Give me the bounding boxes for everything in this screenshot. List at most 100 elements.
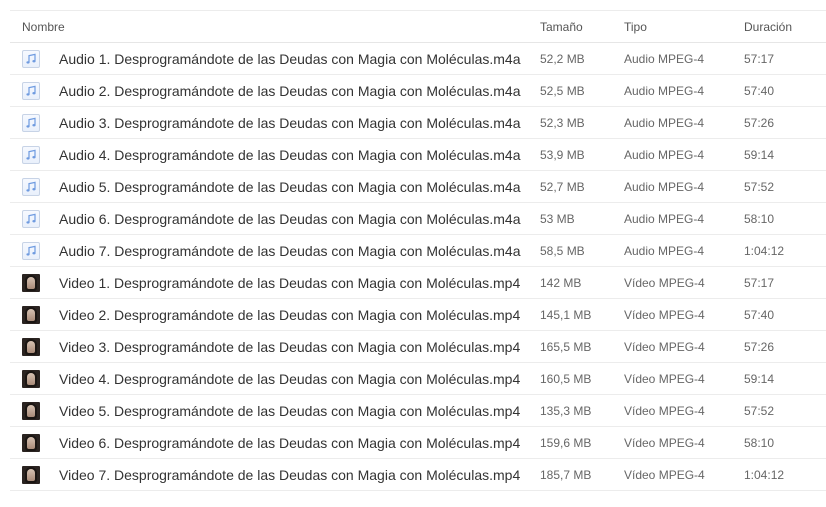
file-list: Nombre Tamaño Tipo Duración Audio 1. Des… [10,10,826,491]
audio-file-icon [22,241,40,260]
audio-file-icon [22,145,40,164]
file-name[interactable]: Audio 7. Desprogramándote de las Deudas … [59,243,521,259]
file-size: 135,3 MB [540,403,592,418]
file-row[interactable]: Audio 4. Desprogramándote de las Deudas … [10,139,826,171]
file-name[interactable]: Audio 2. Desprogramándote de las Deudas … [59,83,521,99]
file-name[interactable]: Video 6. Desprogramándote de las Deudas … [59,435,520,451]
file-duration: 59:14 [744,147,775,162]
file-name-cell: Audio 6. Desprogramándote de las Deudas … [10,209,540,228]
file-name[interactable]: Video 7. Desprogramándote de las Deudas … [59,467,520,483]
file-type: Audio MPEG-4 [624,115,705,130]
file-type: Audio MPEG-4 [624,147,705,162]
file-name[interactable]: Audio 1. Desprogramándote de las Deudas … [59,51,521,67]
file-row[interactable]: Audio 3. Desprogramándote de las Deudas … [10,107,826,139]
file-row[interactable]: Video 6. Desprogramándote de las Deudas … [10,427,826,459]
video-thumbnail-icon [22,305,40,324]
file-name-cell: Audio 1. Desprogramándote de las Deudas … [10,49,540,68]
file-type: Vídeo MPEG-4 [624,435,705,450]
file-size: 52,2 MB [540,51,585,66]
file-type: Audio MPEG-4 [624,83,705,98]
file-size: 52,5 MB [540,83,585,98]
file-duration: 57:17 [744,51,775,66]
file-name-cell: Audio 3. Desprogramándote de las Deudas … [10,113,540,132]
file-type: Audio MPEG-4 [624,51,705,66]
file-size: 58,5 MB [540,243,585,258]
file-duration: 57:52 [744,403,775,418]
file-type: Vídeo MPEG-4 [624,339,705,354]
file-name[interactable]: Video 1. Desprogramándote de las Deudas … [59,275,520,291]
file-size: 185,7 MB [540,467,592,482]
file-size: 53 MB [540,211,575,226]
file-name[interactable]: Audio 5. Desprogramándote de las Deudas … [59,179,521,195]
file-type: Audio MPEG-4 [624,179,705,194]
file-size: 142 MB [540,275,582,290]
file-name-cell: Audio 2. Desprogramándote de las Deudas … [10,81,540,100]
size-column-header-label: Tamaño [540,19,583,34]
audio-file-icon [22,49,40,68]
file-row[interactable]: Audio 6. Desprogramándote de las Deudas … [10,203,826,235]
file-type: Vídeo MPEG-4 [624,307,705,322]
file-name[interactable]: Video 3. Desprogramándote de las Deudas … [59,339,520,355]
file-row[interactable]: Audio 2. Desprogramándote de las Deudas … [10,75,826,107]
file-name[interactable]: Video 2. Desprogramándote de las Deudas … [59,307,520,323]
name-column-header-label: Nombre [22,19,65,34]
file-name-cell: Video 7. Desprogramándote de las Deudas … [10,465,540,484]
file-name-cell: Audio 4. Desprogramándote de las Deudas … [10,145,540,164]
video-thumbnail-icon [22,433,40,452]
file-name[interactable]: Audio 6. Desprogramándote de las Deudas … [59,211,521,227]
file-row[interactable]: Video 3. Desprogramándote de las Deudas … [10,331,826,363]
file-row[interactable]: Audio 1. Desprogramándote de las Deudas … [10,43,826,75]
file-duration: 1:04:12 [744,243,785,258]
video-thumbnail-icon [22,273,40,292]
file-name[interactable]: Video 5. Desprogramándote de las Deudas … [59,403,520,419]
file-duration: 57:17 [744,275,775,290]
file-row[interactable]: Video 1. Desprogramándote de las Deudas … [10,267,826,299]
column-header-row: Nombre Tamaño Tipo Duración [10,10,826,43]
file-name-cell: Video 5. Desprogramándote de las Deudas … [10,401,540,420]
audio-file-icon [22,209,40,228]
type-column-header[interactable]: Tipo [624,20,744,34]
duration-column-header-label: Duración [744,19,793,34]
file-name-cell: Video 3. Desprogramándote de las Deudas … [10,337,540,356]
file-type: Audio MPEG-4 [624,211,705,226]
video-thumbnail-icon [22,337,40,356]
file-type: Vídeo MPEG-4 [624,275,705,290]
file-row[interactable]: Video 2. Desprogramándote de las Deudas … [10,299,826,331]
video-thumbnail-icon [22,369,40,388]
file-name[interactable]: Audio 3. Desprogramándote de las Deudas … [59,115,521,131]
audio-file-icon [22,177,40,196]
file-size: 165,5 MB [540,339,592,354]
file-type: Vídeo MPEG-4 [624,467,705,482]
size-column-header[interactable]: Tamaño [540,20,624,34]
file-duration: 57:40 [744,307,775,322]
type-column-header-label: Tipo [624,19,647,34]
file-name-cell: Video 6. Desprogramándote de las Deudas … [10,433,540,452]
file-rows: Audio 1. Desprogramándote de las Deudas … [10,43,826,491]
file-name[interactable]: Audio 4. Desprogramándote de las Deudas … [59,147,521,163]
audio-file-icon [22,113,40,132]
audio-file-icon [22,81,40,100]
file-row[interactable]: Audio 5. Desprogramándote de las Deudas … [10,171,826,203]
file-duration: 57:26 [744,339,775,354]
file-row[interactable]: Video 4. Desprogramándote de las Deudas … [10,363,826,395]
file-size: 52,7 MB [540,179,585,194]
file-name-cell: Audio 5. Desprogramándote de las Deudas … [10,177,540,196]
file-duration: 57:26 [744,115,775,130]
file-duration: 1:04:12 [744,467,785,482]
file-size: 159,6 MB [540,435,592,450]
name-column-header[interactable]: Nombre [10,20,540,34]
video-thumbnail-icon [22,465,40,484]
file-duration: 57:52 [744,179,775,194]
file-row[interactable]: Audio 7. Desprogramándote de las Deudas … [10,235,826,267]
file-type: Vídeo MPEG-4 [624,403,705,418]
file-row[interactable]: Video 5. Desprogramándote de las Deudas … [10,395,826,427]
file-duration: 57:40 [744,83,775,98]
file-duration: 58:10 [744,211,775,226]
file-size: 160,5 MB [540,371,592,386]
file-row[interactable]: Video 7. Desprogramándote de las Deudas … [10,459,826,491]
file-duration: 58:10 [744,435,775,450]
file-type: Audio MPEG-4 [624,243,705,258]
duration-column-header[interactable]: Duración [744,20,826,34]
file-name-cell: Video 2. Desprogramándote de las Deudas … [10,305,540,324]
file-name[interactable]: Video 4. Desprogramándote de las Deudas … [59,371,520,387]
